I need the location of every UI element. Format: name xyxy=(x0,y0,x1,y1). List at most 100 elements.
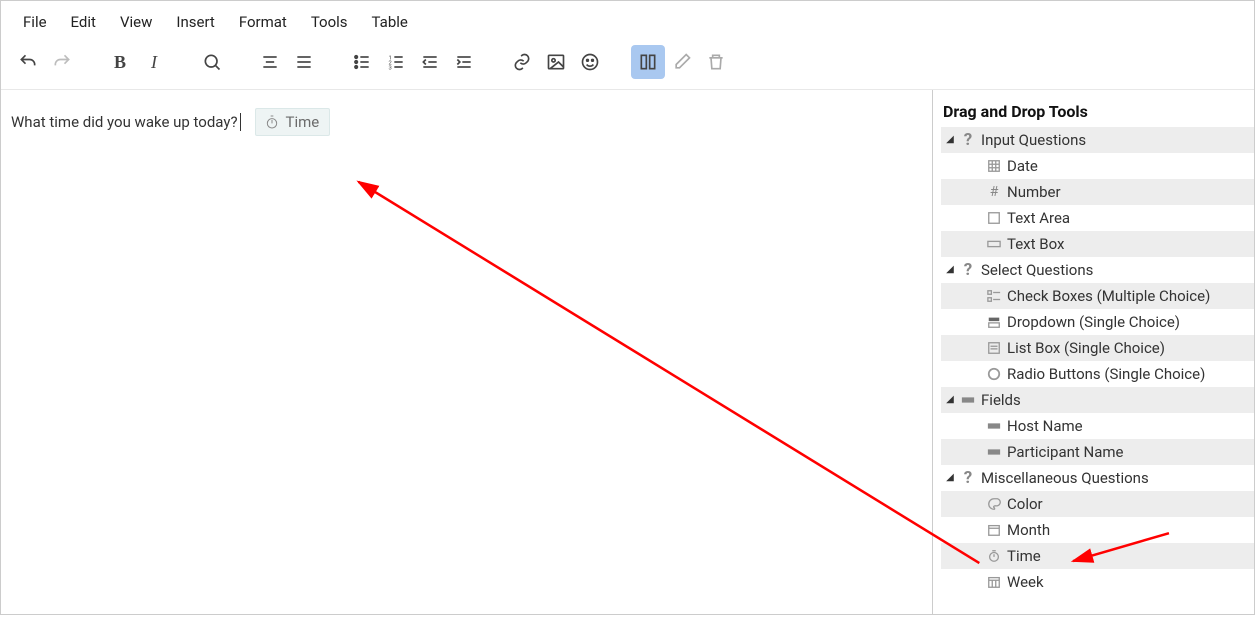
bold-button[interactable]: B xyxy=(103,45,137,79)
pencil-icon xyxy=(672,52,692,72)
tool-checkboxes[interactable]: Check Boxes (Multiple Choice) xyxy=(941,283,1254,309)
tool-label: Number xyxy=(1007,180,1061,204)
menu-tools[interactable]: Tools xyxy=(299,7,360,37)
align-center-icon xyxy=(260,52,280,72)
outdent-icon xyxy=(420,52,440,72)
panel-icon xyxy=(638,52,658,72)
undo-icon xyxy=(18,52,38,72)
menu-edit[interactable]: Edit xyxy=(59,7,108,37)
bullet-list-icon xyxy=(352,52,372,72)
menu-insert[interactable]: Insert xyxy=(164,7,226,37)
menubar: File Edit View Insert Format Tools Table xyxy=(1,1,1254,41)
italic-icon: I xyxy=(151,52,157,73)
editor-canvas[interactable]: What time did you wake up today? Time xyxy=(1,90,932,614)
category-label: Select Questions xyxy=(981,258,1093,282)
tools-tree: ◢ ? Input Questions Date #Number Text Ar… xyxy=(941,127,1254,595)
checklist-icon xyxy=(985,287,1003,305)
category-input-questions[interactable]: ◢ ? Input Questions xyxy=(941,127,1254,153)
category-fields[interactable]: ◢ Fields xyxy=(941,387,1254,413)
align-justify-icon xyxy=(294,52,314,72)
undo-button[interactable] xyxy=(11,45,45,79)
time-field-chip[interactable]: Time xyxy=(255,108,331,136)
listbox-icon xyxy=(985,339,1003,357)
dropdown-icon xyxy=(985,313,1003,331)
menu-view[interactable]: View xyxy=(108,7,164,37)
tool-radio[interactable]: Radio Buttons (Single Choice) xyxy=(941,361,1254,387)
tools-sidebar: Drag and Drop Tools ◢ ? Input Questions … xyxy=(932,90,1254,614)
category-misc-questions[interactable]: ◢ ? Miscellaneous Questions xyxy=(941,465,1254,491)
link-button[interactable] xyxy=(505,45,539,79)
indent-icon xyxy=(454,52,474,72)
tool-number[interactable]: #Number xyxy=(941,179,1254,205)
menu-format[interactable]: Format xyxy=(227,7,299,37)
tool-textbox[interactable]: Text Box xyxy=(941,231,1254,257)
palette-icon xyxy=(985,495,1003,513)
expand-arrow-icon: ◢ xyxy=(945,388,955,412)
tool-label: Radio Buttons (Single Choice) xyxy=(1007,362,1205,386)
menu-table[interactable]: Table xyxy=(360,7,420,37)
emoji-icon xyxy=(580,52,600,72)
expand-arrow-icon: ◢ xyxy=(945,466,955,490)
tool-label: Date xyxy=(1007,154,1038,178)
toolbar: B I 123 xyxy=(1,41,1254,89)
numbered-list-button[interactable]: 123 xyxy=(379,45,413,79)
tool-dropdown[interactable]: Dropdown (Single Choice) xyxy=(941,309,1254,335)
trash-icon xyxy=(706,52,726,72)
tool-time[interactable]: Time xyxy=(941,543,1254,569)
category-label: Fields xyxy=(981,388,1021,412)
tool-label: Host Name xyxy=(1007,414,1083,438)
sidebar-title: Drag and Drop Tools xyxy=(941,98,1254,127)
indent-button[interactable] xyxy=(447,45,481,79)
hash-icon: # xyxy=(985,183,1003,201)
tool-participant[interactable]: Participant Name xyxy=(941,439,1254,465)
tool-week[interactable]: Week xyxy=(941,569,1254,595)
editor-frame: File Edit View Insert Format Tools Table… xyxy=(0,0,1255,615)
tool-label: List Box (Single Choice) xyxy=(1007,336,1165,360)
emoji-button[interactable] xyxy=(573,45,607,79)
numbered-list-icon: 123 xyxy=(386,52,406,72)
question-icon: ? xyxy=(959,469,977,487)
grid-icon xyxy=(985,157,1003,175)
tool-label: Text Box xyxy=(1007,232,1064,256)
category-label: Miscellaneous Questions xyxy=(981,466,1149,490)
tool-label: Time xyxy=(1007,544,1041,568)
tool-color[interactable]: Color xyxy=(941,491,1254,517)
search-button[interactable] xyxy=(195,45,229,79)
tool-label: Text Area xyxy=(1007,206,1070,230)
stopwatch-icon xyxy=(264,114,280,130)
stopwatch-icon xyxy=(985,547,1003,565)
text-cursor xyxy=(240,113,241,131)
tool-month[interactable]: Month xyxy=(941,517,1254,543)
tool-label: Participant Name xyxy=(1007,440,1124,464)
bullet-list-button[interactable] xyxy=(345,45,379,79)
expand-arrow-icon: ◢ xyxy=(945,128,955,152)
edit-button[interactable] xyxy=(665,45,699,79)
bold-icon: B xyxy=(114,52,126,73)
tool-date[interactable]: Date xyxy=(941,153,1254,179)
category-select-questions[interactable]: ◢ ? Select Questions xyxy=(941,257,1254,283)
toggle-sidebar-button[interactable] xyxy=(631,45,665,79)
align-justify-button[interactable] xyxy=(287,45,321,79)
delete-button[interactable] xyxy=(699,45,733,79)
field-icon xyxy=(985,417,1003,435)
tool-textarea[interactable]: Text Area xyxy=(941,205,1254,231)
question-icon: ? xyxy=(959,261,977,279)
redo-button[interactable] xyxy=(45,45,79,79)
question-line: What time did you wake up today? Time xyxy=(11,108,922,136)
redo-icon xyxy=(52,52,72,72)
image-button[interactable] xyxy=(539,45,573,79)
outdent-button[interactable] xyxy=(413,45,447,79)
square-icon xyxy=(985,209,1003,227)
align-center-button[interactable] xyxy=(253,45,287,79)
search-icon xyxy=(202,52,222,72)
tool-hostname[interactable]: Host Name xyxy=(941,413,1254,439)
expand-arrow-icon: ◢ xyxy=(945,258,955,282)
menu-file[interactable]: File xyxy=(11,7,59,37)
italic-button[interactable]: I xyxy=(137,45,171,79)
link-icon xyxy=(512,52,532,72)
tool-listbox[interactable]: List Box (Single Choice) xyxy=(941,335,1254,361)
question-icon: ? xyxy=(959,131,977,149)
tool-label: Month xyxy=(1007,518,1050,542)
image-icon xyxy=(546,52,566,72)
tool-label: Check Boxes (Multiple Choice) xyxy=(1007,284,1210,308)
